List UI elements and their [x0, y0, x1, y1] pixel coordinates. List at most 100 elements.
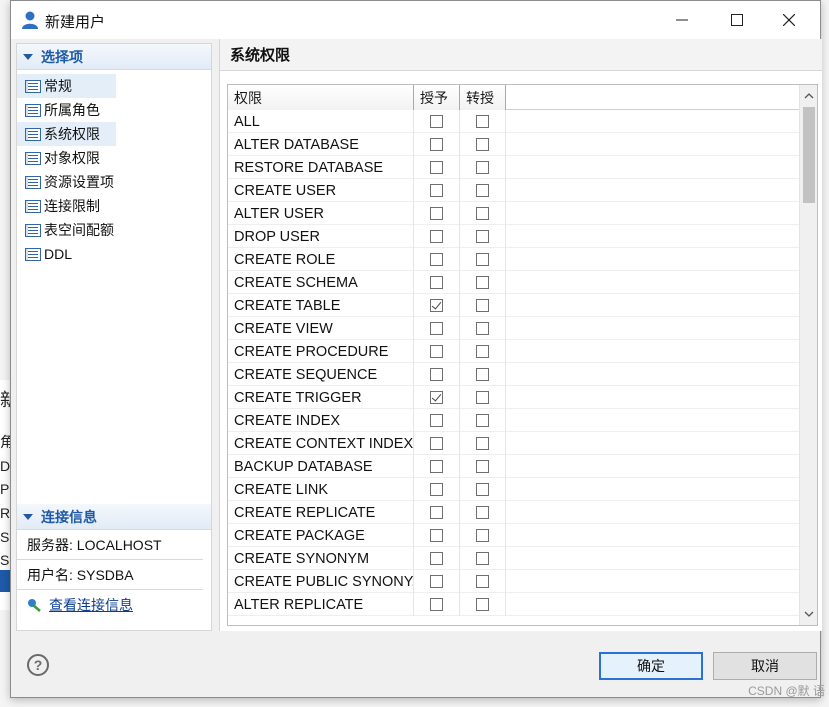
transfer-checkbox[interactable] [476, 414, 489, 427]
privilege-name: ALTER USER [228, 202, 414, 225]
ok-button[interactable]: 确定 [599, 652, 703, 680]
scroll-down-icon[interactable] [800, 605, 817, 623]
background-text: P [0, 481, 10, 497]
grant-checkbox[interactable] [430, 322, 443, 335]
grant-checkbox[interactable] [430, 230, 443, 243]
grant-checkbox[interactable] [430, 437, 443, 450]
transfer-checkbox[interactable] [476, 253, 489, 266]
column-header-grant[interactable]: 授予 [414, 85, 460, 110]
grant-cell [414, 547, 460, 570]
scroll-up-icon[interactable] [800, 87, 817, 105]
transfer-checkbox[interactable] [476, 115, 489, 128]
transfer-checkbox[interactable] [476, 276, 489, 289]
panel-title: 系统权限 [220, 39, 822, 71]
transfer-cell [460, 524, 506, 547]
transfer-checkbox[interactable] [476, 575, 489, 588]
vertical-scrollbar[interactable] [799, 85, 817, 625]
column-header-transfer[interactable]: 转授 [460, 85, 506, 110]
grant-checkbox[interactable] [430, 391, 443, 404]
help-icon[interactable]: ? [27, 654, 49, 676]
grant-checkbox[interactable] [430, 207, 443, 220]
transfer-checkbox[interactable] [476, 161, 489, 174]
grant-checkbox[interactable] [430, 253, 443, 266]
grant-checkbox[interactable] [430, 460, 443, 473]
transfer-checkbox[interactable] [476, 506, 489, 519]
transfer-checkbox[interactable] [476, 207, 489, 220]
grant-cell [414, 570, 460, 593]
left-panel: 选择项 常规 所属角色 系统权限 对象权限 资源设置项 连接限制 表空间配额 D… [16, 43, 212, 631]
transfer-checkbox[interactable] [476, 345, 489, 358]
transfer-checkbox[interactable] [476, 322, 489, 335]
background-text: S [0, 552, 10, 568]
transfer-checkbox[interactable] [476, 483, 489, 496]
transfer-checkbox[interactable] [476, 391, 489, 404]
transfer-checkbox[interactable] [476, 460, 489, 473]
table-row: CREATE SEQUENCE [228, 363, 800, 386]
nav-section-header[interactable]: 选择项 [17, 44, 211, 70]
grant-checkbox[interactable] [430, 414, 443, 427]
transfer-checkbox[interactable] [476, 368, 489, 381]
grant-checkbox[interactable] [430, 115, 443, 128]
grant-cell [414, 386, 460, 409]
transfer-checkbox[interactable] [476, 598, 489, 611]
scroll-thumb[interactable] [803, 107, 815, 203]
minimize-button[interactable] [659, 1, 705, 39]
nav-item-system-privileges[interactable]: 系统权限 [17, 122, 116, 146]
nav-item-ddl[interactable]: DDL [17, 242, 211, 266]
transfer-cell [460, 225, 506, 248]
transfer-cell [460, 317, 506, 340]
title-bar: 新建用户 [11, 1, 820, 39]
nav-item-object-privileges[interactable]: 对象权限 [17, 146, 211, 170]
table-row: BACKUP DATABASE [228, 455, 800, 478]
privilege-name: CREATE ROLE [228, 248, 414, 271]
grant-cell [414, 225, 460, 248]
nav-list: 常规 所属角色 系统权限 对象权限 资源设置项 连接限制 表空间配额 DDL [17, 74, 211, 266]
grant-checkbox[interactable] [430, 161, 443, 174]
grant-checkbox[interactable] [430, 506, 443, 519]
grant-checkbox[interactable] [430, 299, 443, 312]
transfer-checkbox[interactable] [476, 299, 489, 312]
transfer-checkbox[interactable] [476, 184, 489, 197]
transfer-checkbox[interactable] [476, 138, 489, 151]
grant-checkbox[interactable] [430, 575, 443, 588]
list-icon [25, 247, 41, 261]
close-button[interactable] [766, 1, 812, 39]
privilege-name: CREATE PROCEDURE [228, 340, 414, 363]
privilege-name: CREATE PACKAGE [228, 524, 414, 547]
grant-checkbox[interactable] [430, 529, 443, 542]
nav-item-roles[interactable]: 所属角色 [17, 98, 211, 122]
view-connection-link[interactable]: 查看连接信息 [17, 590, 211, 620]
nav-item-label: 资源设置项 [44, 174, 114, 190]
transfer-checkbox[interactable] [476, 437, 489, 450]
privilege-name: CREATE REPLICATE [228, 501, 414, 524]
transfer-cell [460, 248, 506, 271]
nav-item-general[interactable]: 常规 [17, 74, 116, 98]
transfer-cell [460, 455, 506, 478]
transfer-checkbox[interactable] [476, 230, 489, 243]
background-text: D [0, 458, 11, 474]
grant-checkbox[interactable] [430, 552, 443, 565]
transfer-checkbox[interactable] [476, 552, 489, 565]
nav-item-resource-settings[interactable]: 资源设置项 [17, 170, 211, 194]
list-icon [25, 223, 41, 237]
grant-checkbox[interactable] [430, 138, 443, 151]
privilege-name: BACKUP DATABASE [228, 455, 414, 478]
table-row: CREATE ROLE [228, 248, 800, 271]
grant-checkbox[interactable] [430, 345, 443, 358]
background-text: R [0, 505, 11, 521]
connection-section-header[interactable]: 连接信息 [17, 504, 211, 530]
grant-checkbox[interactable] [430, 276, 443, 289]
transfer-checkbox[interactable] [476, 529, 489, 542]
nav-item-connection-limits[interactable]: 连接限制 [17, 194, 211, 218]
maximize-button[interactable] [714, 1, 760, 39]
grant-checkbox[interactable] [430, 483, 443, 496]
window-title: 新建用户 [45, 14, 106, 31]
cancel-button[interactable]: 取消 [713, 652, 817, 680]
grant-checkbox[interactable] [430, 368, 443, 381]
transfer-cell [460, 294, 506, 317]
grant-checkbox[interactable] [430, 184, 443, 197]
transfer-cell [460, 271, 506, 294]
column-header-privilege[interactable]: 权限 [228, 85, 414, 110]
nav-item-tablespace-quota[interactable]: 表空间配额 [17, 218, 211, 242]
grant-checkbox[interactable] [430, 598, 443, 611]
